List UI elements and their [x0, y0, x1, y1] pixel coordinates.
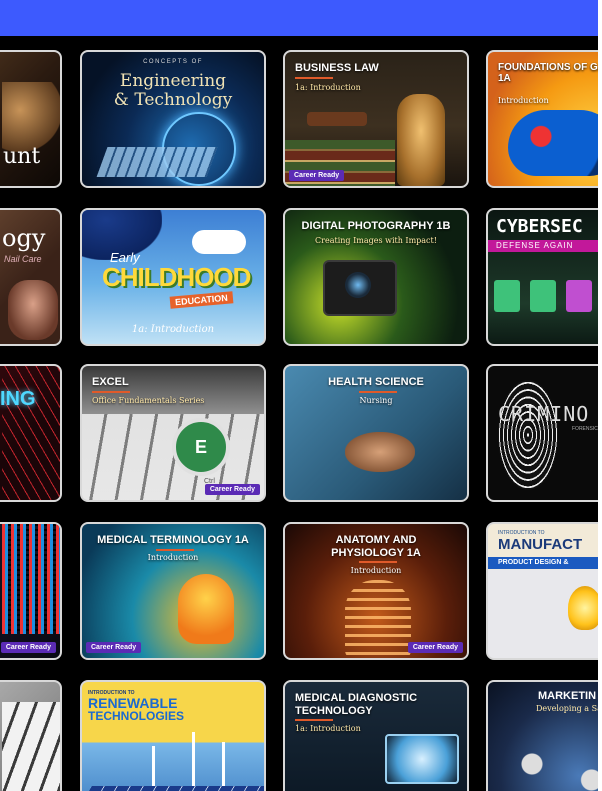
course-card-renewable-technologies[interactable]: INTRODUCTION TO RENEWABLE TECHNOLOGIES [80, 680, 266, 791]
card-title-line2: CHILDHOOD [102, 262, 251, 292]
course-card-health-science[interactable]: HEALTH SCIENCE Nursing [283, 364, 469, 502]
career-ready-badge: Career Ready [86, 642, 142, 653]
card-title-line2: PHYSIOLOGY 1A [331, 547, 421, 559]
wind-turbine-icon [192, 732, 195, 791]
card-title: MANUFACT [498, 536, 583, 553]
card-kicker: CONCEPTS OF [143, 59, 203, 65]
card-banner: PRODUCT DESIGN & [488, 557, 598, 569]
card-subtitle: Introduction [147, 553, 199, 562]
title-underline [92, 391, 130, 393]
cloud-icon [192, 230, 246, 254]
right-edge-strip [598, 0, 602, 791]
course-card-digital-photography[interactable]: DIGITAL PHOTOGRAPHY 1B Creating Images w… [283, 208, 469, 346]
wireframe-icon [2, 366, 60, 500]
course-card-cosmetology[interactable]: ogy Nail Care [0, 208, 62, 346]
course-card-marketing[interactable]: MARKETIN Developing a Sale [486, 680, 598, 791]
course-card-early-childhood-education[interactable]: Early CHILDHOOD EDUCATION 1a: Introducti… [80, 208, 266, 346]
card-subtitle: Nail Care [4, 254, 42, 264]
card-title: EXCEL [92, 376, 129, 388]
keyboard-icon [96, 147, 218, 177]
title-underline [295, 77, 333, 79]
card-title: Engineering [119, 71, 227, 91]
card-title: CYBERSEC [496, 216, 583, 237]
camera-lens [345, 272, 371, 298]
nail-polish-icon [8, 280, 58, 340]
card-subtitle: Office Fundamentals Series [92, 396, 205, 405]
justice-statue-icon [397, 94, 445, 186]
top-navigation-bar [0, 0, 602, 36]
card-title-line2: TECHNOLOGY [295, 705, 373, 717]
game-controller-icon [508, 110, 598, 176]
career-ready-badge: Career Ready [0, 642, 56, 653]
card-subtitle: Nursing [359, 396, 393, 405]
card-title: FOUNDATIONS OF GAME DESIGN 1A [498, 62, 598, 84]
course-card-keyboarding[interactable] [0, 680, 62, 791]
course-card-cybersecurity[interactable]: CYBERSEC DEFENSE AGAIN [486, 208, 598, 346]
card-title: CRIMINO [498, 402, 590, 426]
card-subtitle: 1a: Introduction [295, 724, 361, 733]
course-card-game-design[interactable]: FOUNDATIONS OF GAME DESIGN 1A Introducti… [486, 50, 598, 188]
card-title: ANATOMY AND [335, 534, 417, 546]
gavel-icon [307, 112, 367, 126]
fingerprint-icon [498, 380, 558, 490]
card-title: HEALTH SCIENCE [328, 376, 424, 388]
key-label: E [194, 437, 207, 457]
solar-panel-icon [82, 786, 264, 791]
card-banner: DEFENSE AGAIN [488, 240, 598, 252]
lightbulb-icon [568, 586, 598, 630]
title-underline [156, 549, 194, 551]
magnifier-icon: E [172, 418, 230, 476]
card-subtitle: 1a: Introduction [131, 324, 215, 335]
course-card-medical-diagnostic-technology[interactable]: MEDICAL DIAGNOSTIC TECHNOLOGY 1a: Introd… [283, 680, 469, 791]
card-title-line2: TECHNOLOGIES [88, 709, 185, 723]
card-subtitle: FORENSIC [572, 426, 598, 432]
card-title: RENEWABLE [88, 695, 178, 711]
card-subtitle: Introduction [350, 566, 402, 575]
course-card-engineering-technology[interactable]: CONCEPTS OF Engineering & Technology [80, 50, 266, 188]
career-ready-badge: Career Ready [407, 642, 463, 653]
keyboard-icon [2, 702, 60, 791]
course-catalog-grid: unt CONCEPTS OF Engineering & Technology… [0, 36, 598, 791]
career-ready-badge: Career Ready [204, 484, 260, 495]
card-subtitle: 1a: Introduction [295, 83, 361, 92]
course-card-medical-terminology[interactable]: MEDICAL TERMINOLOGY 1A Introduction Care… [80, 522, 266, 660]
card-subtitle: Developing a Sale [536, 704, 598, 713]
gavel-icon [2, 82, 60, 152]
handshake-icon [345, 432, 415, 472]
course-card-criminology[interactable]: CRIMINO FORENSIC [486, 364, 598, 502]
medical-scan-icon [385, 734, 459, 784]
course-card-business-law[interactable]: BUSINESS LAW 1a: Introduction Career Rea… [283, 50, 469, 188]
course-card-engineering[interactable]: ING [0, 364, 62, 502]
course-card-anatomy-physiology[interactable]: ANATOMY AND PHYSIOLOGY 1A Introduction C… [283, 522, 469, 660]
card-title: DIGITAL PHOTOGRAPHY 1B [301, 220, 451, 232]
card-subtitle: Introduction [498, 96, 549, 105]
course-card-excel[interactable]: EXCEL Office Fundamentals Series E Ctrl … [80, 364, 266, 502]
course-card-accounting[interactable]: unt [0, 50, 62, 188]
card-title: MARKETIN [538, 690, 597, 702]
course-card-manufacturing[interactable]: INTRODUCTION TO MANUFACT PRODUCT DESIGN … [486, 522, 598, 660]
card-title: unt [3, 144, 41, 169]
career-ready-badge: Career Ready [289, 170, 345, 181]
title-underline [295, 719, 333, 721]
card-title: BUSINESS LAW [295, 62, 379, 74]
course-card-programming[interactable]: Career Ready [0, 522, 62, 660]
card-banner: EDUCATION [169, 291, 234, 309]
padlock-icon [494, 280, 520, 312]
card-title: MEDICAL TERMINOLOGY 1A [97, 534, 249, 546]
card-title: ogy [2, 224, 46, 252]
card-title-line2: & Technology [113, 90, 233, 110]
code-screen-icon [2, 524, 60, 634]
card-title: ING [0, 388, 36, 410]
card-title: MEDICAL DIAGNOSTIC [295, 692, 418, 704]
title-underline [359, 391, 397, 393]
skeleton-icon [345, 580, 411, 658]
card-subtitle: Creating Images with Impact! [315, 236, 437, 245]
people-network-icon [498, 732, 598, 791]
title-underline [359, 561, 397, 563]
brain-head-icon [178, 574, 234, 644]
